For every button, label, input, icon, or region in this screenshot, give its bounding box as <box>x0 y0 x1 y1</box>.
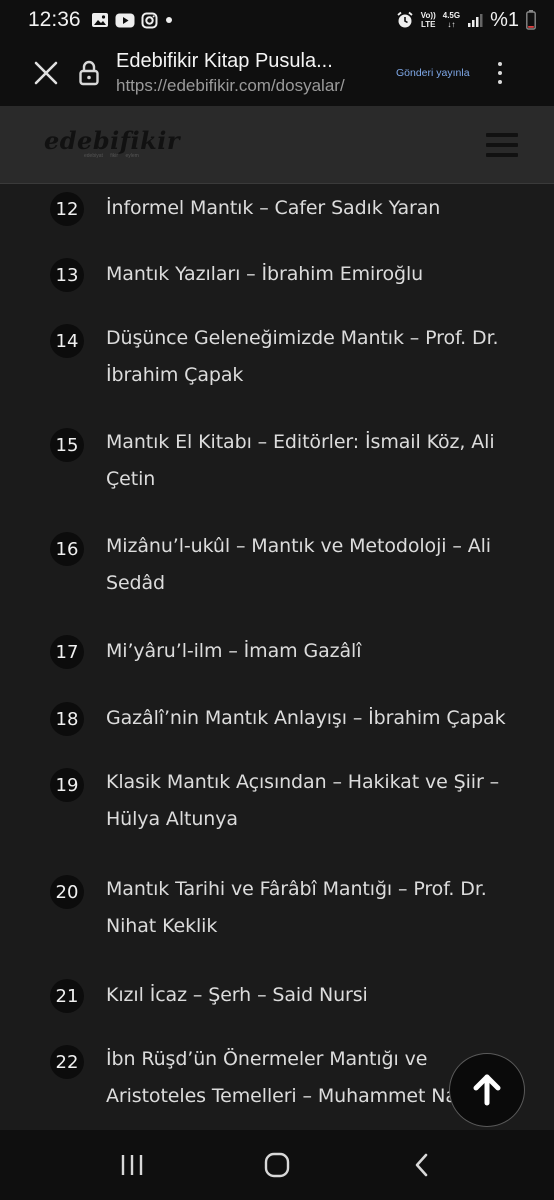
youtube-icon <box>115 13 135 28</box>
book-title: Kızıl İcaz – Şerh – Said Nursi <box>106 984 368 1006</box>
battery-icon <box>526 10 536 30</box>
book-title: Gazâlî’nin Mantık Anlayışı – İbrahim Çap… <box>106 707 506 729</box>
page-title: Edebifikir Kitap Pusula... <box>116 50 333 72</box>
site-logo[interactable]: edebifikir edebiyat fikir eylem <box>44 126 180 159</box>
network-speed-indicator: 4.5G ↓↑ <box>443 11 460 29</box>
network-speed-label: 4.5G <box>442 11 461 20</box>
hamburger-menu-button[interactable] <box>486 133 518 157</box>
signal-icon <box>467 12 483 28</box>
number-badge: 20 <box>50 875 84 909</box>
url-block[interactable]: Edebifikir Kitap Pusula... https://edebi… <box>116 50 380 96</box>
more-dot <box>497 80 502 84</box>
number-badge: 12 <box>50 192 84 226</box>
more-dot <box>497 71 502 75</box>
more-dot <box>497 62 502 66</box>
lock-icon[interactable] <box>76 60 102 86</box>
page-url: https://edebifikir.com/dosyalar/ <box>116 76 345 95</box>
home-button[interactable] <box>247 1140 307 1190</box>
more-options-button[interactable] <box>490 53 510 93</box>
publish-post-link[interactable]: Gönderi yayınla <box>396 67 470 79</box>
image-icon <box>91 12 109 28</box>
book-title: Düşünce Geleneğimizde Mantık – Prof. Dr.… <box>106 327 499 386</box>
number-badge: 22 <box>50 1045 84 1079</box>
number-badge: 13 <box>50 258 84 292</box>
back-button[interactable] <box>392 1140 452 1190</box>
data-arrows-icon: ↓↑ <box>447 20 456 29</box>
menu-line <box>486 133 518 137</box>
instagram-icon <box>141 12 158 29</box>
system-nav-bar <box>0 1130 554 1200</box>
number-badge: 21 <box>50 979 84 1013</box>
home-icon <box>264 1152 290 1178</box>
battery-percent: %1 <box>490 8 519 31</box>
dot-icon <box>164 15 174 25</box>
recent-apps-button[interactable] <box>102 1140 162 1190</box>
system-status: Vo)) LTE 4.5G ↓↑ %1 <box>396 9 536 32</box>
volte-label: Vo)) <box>420 11 436 20</box>
book-title: Mantık Yazıları – İbrahim Emiroğlu <box>106 263 424 285</box>
menu-line <box>486 143 518 147</box>
book-title: Mi’yâru’l-ilm – İmam Gazâlî <box>106 640 362 662</box>
number-badge: 15 <box>50 428 84 462</box>
number-badge: 19 <box>50 768 84 802</box>
book-title: İnformel Mantık – Cafer Sadık Yaran <box>106 197 441 219</box>
menu-line <box>486 153 518 157</box>
site-header: edebifikir edebiyat fikir eylem <box>0 106 554 184</box>
close-icon <box>34 61 58 85</box>
book-title: Mantık El Kitabı – Editörler: İsmail Köz… <box>106 431 495 490</box>
status-time: 12:36 <box>28 8 81 31</box>
browser-toolbar: Edebifikir Kitap Pusula... https://edebi… <box>0 40 554 106</box>
arrow-up-icon <box>473 1074 501 1106</box>
article-content[interactable]: 12 İnformel Mantık – Cafer Sadık Yaran 1… <box>0 184 554 1130</box>
close-button[interactable] <box>26 53 66 93</box>
number-badge: 16 <box>50 532 84 566</box>
number-badge: 17 <box>50 635 84 669</box>
book-title: Mantık Tarihi ve Fârâbî Mantığı – Prof. … <box>106 878 487 937</box>
volte-indicator: Vo)) LTE <box>421 11 436 29</box>
book-title: Mizânu’l-ukûl – Mantık ve Metodoloji – A… <box>106 535 491 594</box>
status-bar: 12:36 Vo)) LTE 4.5G ↓↑ %1 <box>0 0 554 40</box>
alarm-icon <box>396 11 414 29</box>
number-badge: 18 <box>50 702 84 736</box>
scroll-to-top-button[interactable] <box>449 1053 525 1127</box>
lte-label: LTE <box>421 20 436 29</box>
logo-text: edebifikir <box>44 126 181 155</box>
back-icon <box>415 1153 427 1177</box>
book-title: Klasik Mantık Açısından – Hakikat ve Şii… <box>106 771 500 830</box>
number-badge: 14 <box>50 324 84 358</box>
recent-apps-icon <box>122 1155 143 1175</box>
notification-icons <box>91 12 174 29</box>
